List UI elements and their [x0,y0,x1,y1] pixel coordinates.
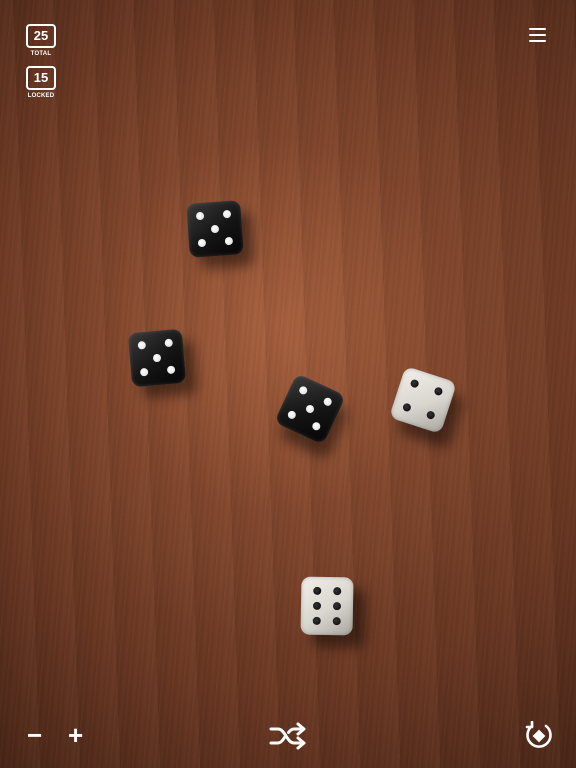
total-count: 25 [26,24,56,48]
locked-count: 15 [26,66,56,90]
die-black-2[interactable] [127,328,187,388]
wood-table-surface [0,0,576,768]
remove-die-button[interactable]: − [27,722,42,748]
shuffle-icon[interactable] [269,722,307,755]
menu-icon[interactable] [529,28,546,42]
total-counter: 25 TOTAL [26,24,56,57]
roll-icon[interactable] [524,720,554,756]
locked-label: LOCKED [27,93,55,99]
die-black-1[interactable] [186,200,244,258]
die-white-2[interactable] [300,576,354,636]
die-white-1[interactable] [388,365,458,435]
add-die-button[interactable]: + [68,722,83,748]
die-black-3[interactable] [274,373,346,445]
locked-counter: 15 LOCKED [26,66,56,99]
total-label: TOTAL [30,51,52,57]
